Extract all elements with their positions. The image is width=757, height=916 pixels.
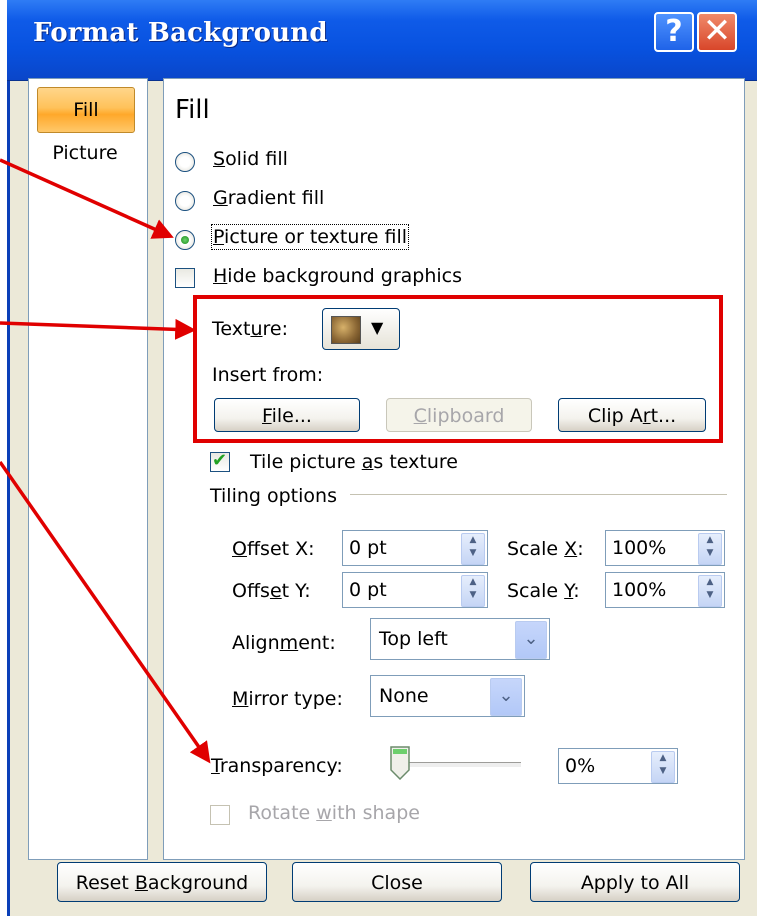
- transparency-value: 0%: [565, 755, 596, 777]
- spin-arrows-icon[interactable]: ▲ ▼: [698, 575, 722, 607]
- texture-picker-button[interactable]: ▼: [322, 308, 400, 350]
- title-bar[interactable]: Format Background ? ✕: [7, 0, 757, 81]
- chevron-down-icon: ▼: [371, 318, 384, 337]
- solid-fill-label[interactable]: Solid fill: [213, 148, 288, 170]
- scale-x-spinner[interactable]: 100% ▲ ▼: [605, 530, 725, 566]
- apply-to-all-button[interactable]: Apply to All: [530, 862, 740, 902]
- tile-picture-label[interactable]: Tile picture as texture: [250, 451, 458, 473]
- picture-fill-label[interactable]: Picture or texture fill: [210, 224, 410, 250]
- spin-arrows-icon[interactable]: ▲ ▼: [651, 751, 675, 783]
- offset-y-value: 0 pt: [349, 579, 387, 601]
- transparency-slider-track[interactable]: [393, 762, 521, 768]
- tiling-options-divider: [350, 494, 727, 495]
- close-button[interactable]: Close: [292, 862, 502, 902]
- mirror-type-label: Mirror type:: [232, 688, 343, 710]
- offset-x-spinner[interactable]: 0 pt ▲ ▼: [342, 530, 488, 566]
- scale-y-spinner[interactable]: 100% ▲ ▼: [605, 572, 725, 608]
- solid-fill-radio[interactable]: [175, 152, 195, 172]
- window-title: Format Background: [33, 18, 328, 48]
- offset-x-value: 0 pt: [349, 537, 387, 559]
- texture-swatch: [331, 316, 361, 344]
- mirror-type-dropdown[interactable]: None ⌄: [370, 675, 525, 717]
- offset-y-spinner[interactable]: 0 pt ▲ ▼: [342, 572, 488, 608]
- transparency-slider-thumb[interactable]: [390, 746, 410, 780]
- reset-background-button[interactable]: Reset Background: [57, 862, 267, 902]
- gradient-fill-label[interactable]: Gradient fill: [213, 187, 324, 209]
- fill-heading: Fill: [175, 95, 210, 125]
- alignment-value: Top left: [379, 628, 448, 650]
- offset-x-label: Offset X:: [232, 538, 315, 560]
- spin-arrows-icon[interactable]: ▲ ▼: [698, 533, 722, 565]
- spin-arrows-icon[interactable]: ▲ ▼: [461, 533, 485, 565]
- file-button[interactable]: File...: [214, 398, 360, 432]
- gradient-fill-radio[interactable]: [175, 191, 195, 211]
- scale-x-value: 100%: [612, 537, 667, 559]
- nav-item-picture[interactable]: Picture: [37, 135, 133, 171]
- scale-y-value: 100%: [612, 579, 667, 601]
- insert-from-label: Insert from:: [212, 364, 324, 386]
- clipboard-button[interactable]: Clipboard: [386, 398, 532, 432]
- offset-y-label: Offset Y:: [232, 580, 311, 602]
- close-window-button[interactable]: ✕: [697, 12, 737, 52]
- category-nav: Fill Picture: [28, 78, 148, 860]
- scale-x-label: Scale X:: [507, 538, 584, 560]
- scale-y-label: Scale Y:: [507, 580, 580, 602]
- nav-item-fill[interactable]: Fill: [37, 87, 135, 133]
- hide-background-checkbox[interactable]: [175, 268, 195, 288]
- hide-background-label[interactable]: Hide background graphics: [213, 265, 462, 287]
- texture-label: Texture:: [212, 318, 288, 340]
- help-button[interactable]: ?: [654, 12, 694, 52]
- transparency-label: Transparency:: [211, 755, 343, 777]
- tile-picture-checkbox[interactable]: [210, 450, 230, 472]
- chevron-down-icon[interactable]: ⌄: [515, 621, 547, 659]
- spin-arrows-icon[interactable]: ▲ ▼: [461, 575, 485, 607]
- clip-art-button[interactable]: Clip Art...: [558, 398, 706, 432]
- alignment-label: Alignment:: [232, 632, 336, 654]
- rotate-with-shape-label: Rotate with shape: [248, 802, 420, 824]
- rotate-with-shape-checkbox[interactable]: [210, 805, 230, 825]
- transparency-spinner[interactable]: 0% ▲ ▼: [558, 748, 678, 784]
- picture-fill-radio[interactable]: [175, 230, 195, 250]
- mirror-type-value: None: [379, 685, 429, 707]
- alignment-dropdown[interactable]: Top left ⌄: [370, 618, 550, 660]
- chevron-down-icon[interactable]: ⌄: [490, 678, 522, 716]
- tiling-options-label: Tiling options: [210, 485, 337, 507]
